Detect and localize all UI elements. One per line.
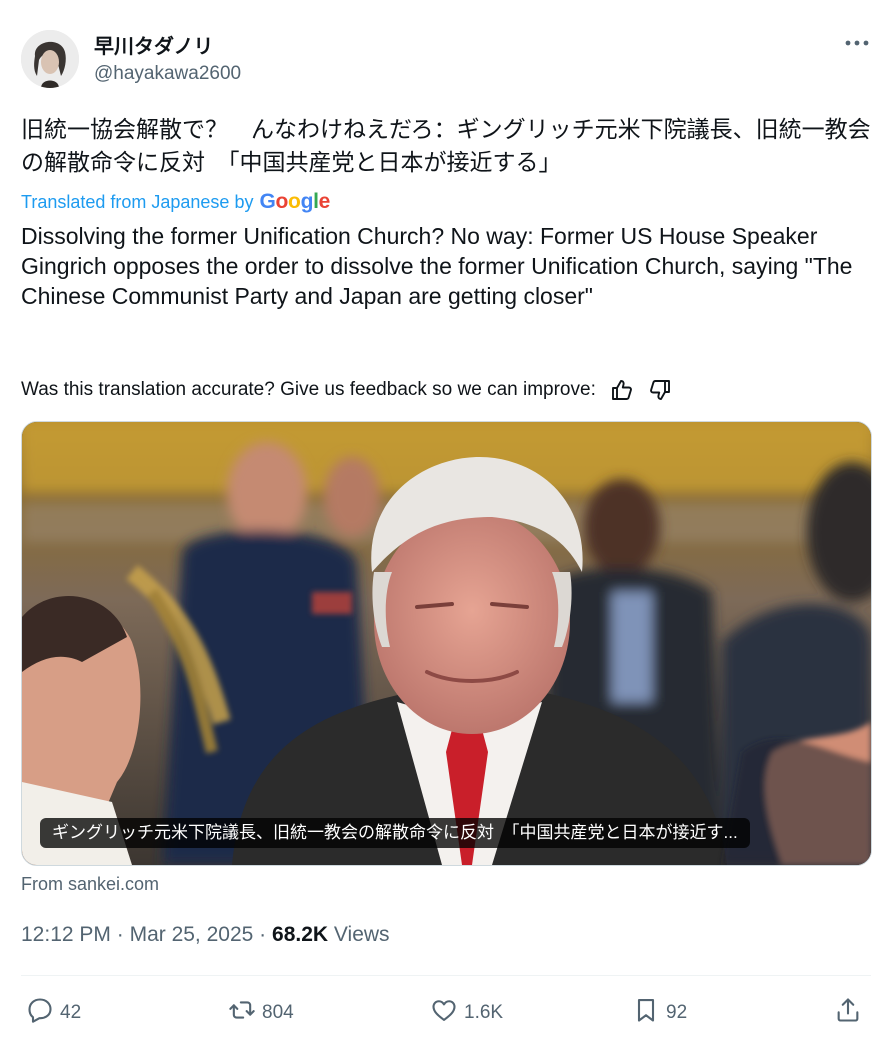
author-avatar[interactable]: [21, 30, 79, 88]
google-logo: Google: [259, 190, 331, 213]
share-button[interactable]: [834, 996, 862, 1030]
reply-count: 42: [60, 1002, 82, 1023]
link-preview-caption[interactable]: ギングリッチ元米下院議長、旧統一教会の解散命令に反対 「中国共産党と日本が接近す…: [40, 818, 750, 848]
reply-button[interactable]: 42: [26, 996, 81, 1030]
thumbs-down-icon[interactable]: [648, 378, 672, 402]
bookmark-button[interactable]: 92: [632, 996, 687, 1030]
reply-icon: [26, 996, 54, 1030]
divider: [21, 975, 871, 976]
repost-count: 804: [262, 1002, 294, 1023]
post-meta: 12:12 PM · Mar 25, 2025 · 68.2K Views: [21, 923, 390, 947]
like-count: 1.6K: [464, 1002, 504, 1023]
translation-feedback: Was this translation accurate? Give us f…: [21, 378, 672, 402]
thumbs-up-icon[interactable]: [610, 378, 634, 402]
repost-icon: [228, 996, 256, 1030]
author-handle[interactable]: @hayakawa2600: [94, 63, 241, 85]
more-icon[interactable]: [842, 31, 872, 55]
translated-from-label[interactable]: Translated from Japanese by: [21, 192, 253, 213]
views-label: Views: [333, 923, 390, 946]
author-display-name[interactable]: 早川タダノリ: [94, 30, 213, 59]
views-count[interactable]: 68.2K: [272, 923, 328, 946]
post-date[interactable]: Mar 25, 2025: [130, 923, 254, 946]
like-button[interactable]: 1.6K: [430, 996, 503, 1030]
news-photo: [22, 422, 871, 865]
translated-by[interactable]: Translated from Japanese by Google: [21, 190, 330, 214]
share-icon: [834, 996, 862, 1030]
like-icon: [430, 996, 458, 1030]
post-translation-text: Dissolving the former Unification Church…: [21, 223, 853, 309]
bookmark-count: 92: [666, 1002, 688, 1023]
link-source[interactable]: From sankei.com: [21, 874, 159, 895]
meta-separator: ·: [116, 923, 124, 946]
post-original-text: 旧統一協会解散で？ んなわけねえだろ：ギングリッチ元米下院議長、旧統一教会の解散…: [21, 116, 871, 175]
feedback-prompt: Was this translation accurate? Give us f…: [21, 379, 596, 400]
link-preview-card[interactable]: [21, 421, 872, 866]
post-time[interactable]: 12:12 PM: [21, 923, 111, 946]
meta-separator: ·: [259, 923, 267, 946]
repost-button[interactable]: 804: [228, 996, 294, 1030]
bookmark-icon: [632, 996, 660, 1030]
